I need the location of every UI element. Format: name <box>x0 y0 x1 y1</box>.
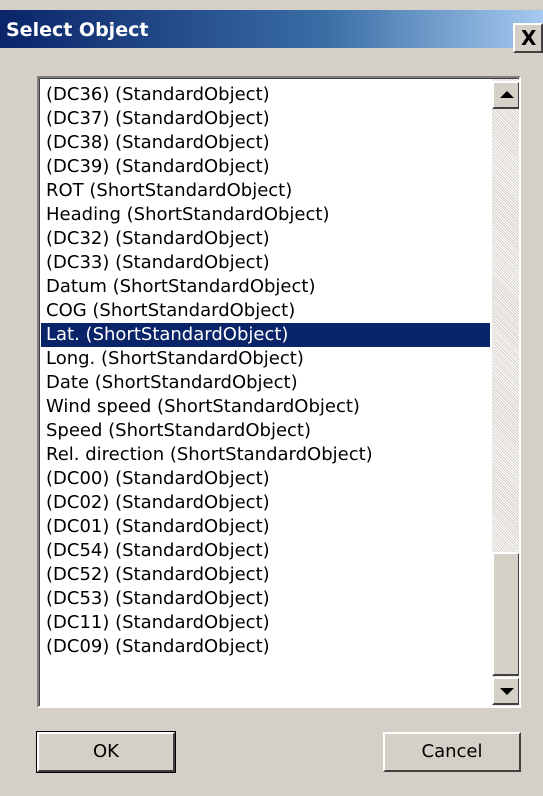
vertical-scrollbar[interactable] <box>492 79 519 706</box>
scroll-down-button[interactable] <box>492 677 519 705</box>
list-item[interactable]: (DC36) (StandardObject) <box>41 83 490 107</box>
scroll-up-arrow-icon <box>500 91 514 98</box>
close-button[interactable]: X <box>513 23 543 53</box>
list-item[interactable]: (DC54) (StandardObject) <box>41 539 490 563</box>
list-item[interactable]: Datum (ShortStandardObject) <box>41 275 490 299</box>
list-item[interactable]: (DC02) (StandardObject) <box>41 491 490 515</box>
object-listbox[interactable]: (DC36) (StandardObject) (DC37) (StandardO… <box>37 76 521 708</box>
list-item[interactable]: (DC32) (StandardObject) <box>41 227 490 251</box>
select-object-dialog: Select Object X (DC36) (StandardObject)(… <box>0 0 543 796</box>
scroll-down-arrow-icon <box>500 688 514 695</box>
object-list: (DC36) (StandardObject) (DC37) (StandardO… <box>41 83 490 705</box>
list-item[interactable]: (DC11) (StandardObject) <box>41 611 490 635</box>
list-item[interactable]: (DC33) (StandardObject) <box>41 251 490 275</box>
list-item[interactable]: Wind speed (ShortStandardObject) <box>41 395 490 419</box>
title-bar[interactable]: Select Object X <box>0 10 543 53</box>
list-item[interactable]: Rel. direction (ShortStandardObject) <box>41 443 490 467</box>
list-item[interactable]: Long. (ShortStandardObject) <box>41 347 490 371</box>
list-item[interactable]: (DC53) (StandardObject) <box>41 587 490 611</box>
close-icon: X <box>521 26 537 50</box>
list-item[interactable]: Date (ShortStandardObject) <box>41 371 490 395</box>
list-item-selected[interactable]: Lat. (ShortStandardObject) <box>41 323 490 347</box>
list-item[interactable]: (DC38) (StandardObject) <box>41 131 490 155</box>
ok-button[interactable]: OK <box>36 731 176 773</box>
list-item[interactable]: COG (ShortStandardObject) <box>41 299 490 323</box>
list-item[interactable]: Heading (ShortStandardObject) <box>41 203 490 227</box>
list-item[interactable]: (DC01) (StandardObject) <box>41 515 490 539</box>
list-item[interactable]: (DC00) (StandardObject) <box>41 467 490 491</box>
list-item[interactable]: Speed (ShortStandardObject) <box>41 419 490 443</box>
cancel-button[interactable]: Cancel <box>383 732 521 772</box>
list-item[interactable]: (DC09) (StandardObject) <box>41 635 490 659</box>
window-title: Select Object <box>6 19 149 41</box>
list-item[interactable]: (DC37) (StandardObject) <box>41 107 490 131</box>
list-item[interactable]: ROT (ShortStandardObject) <box>41 179 490 203</box>
scroll-up-button[interactable] <box>492 81 519 109</box>
list-item[interactable]: (DC39) (StandardObject) <box>41 155 490 179</box>
list-item[interactable]: (DC52) (StandardObject) <box>41 563 490 587</box>
scrollbar-thumb[interactable] <box>492 552 519 676</box>
